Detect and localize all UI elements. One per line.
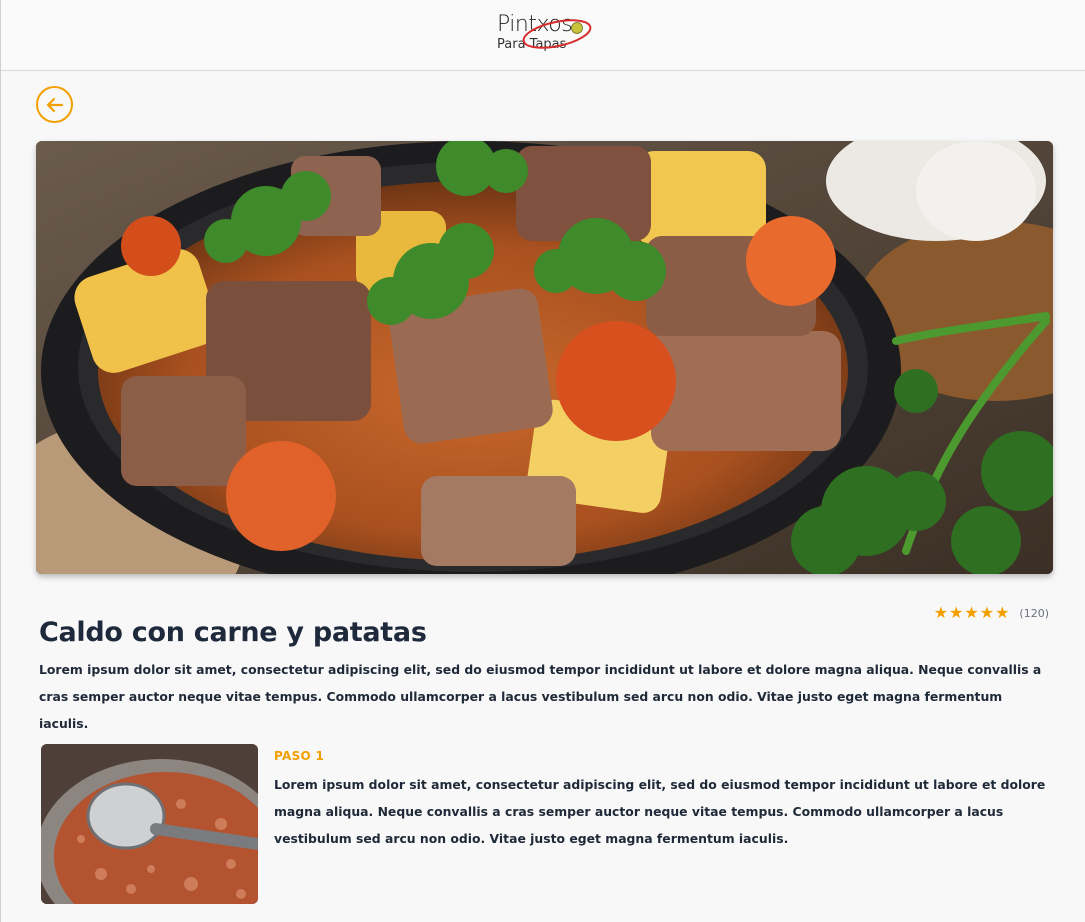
step-text: Lorem ipsum dolor sit amet, consectetur … — [274, 777, 1046, 846]
step-image — [41, 744, 258, 904]
recipe-description: Lorem ipsum dolor sit amet, consectetur … — [39, 662, 1042, 731]
arrow-left-icon — [46, 97, 63, 112]
star-icon: ★ — [995, 603, 1010, 622]
star-icon: ★ — [949, 603, 964, 622]
logo-olive-icon — [522, 19, 592, 49]
rating-count: (120) — [1019, 606, 1049, 620]
rating: ★ ★ ★ ★ ★ (120) — [934, 603, 1049, 623]
back-button[interactable] — [36, 86, 73, 123]
brand-logo[interactable]: Pintxos Para Tapas — [495, 12, 599, 56]
star-icon: ★ — [933, 603, 949, 622]
stew-photo — [36, 141, 1053, 574]
recipe-hero-image — [36, 141, 1053, 574]
page: Pintxos Para Tapas ★ ★ ★ ★ ★ (120) Caldo… — [0, 0, 1085, 922]
step-label: PASO 1 — [274, 749, 325, 763]
top-bar: Pintxos Para Tapas — [1, 0, 1085, 71]
star-icon: ★ — [964, 603, 979, 622]
star-icon: ★ — [979, 603, 995, 622]
pot-broth-photo — [41, 744, 258, 904]
recipe-title: Caldo con carne y patatas — [39, 617, 427, 648]
